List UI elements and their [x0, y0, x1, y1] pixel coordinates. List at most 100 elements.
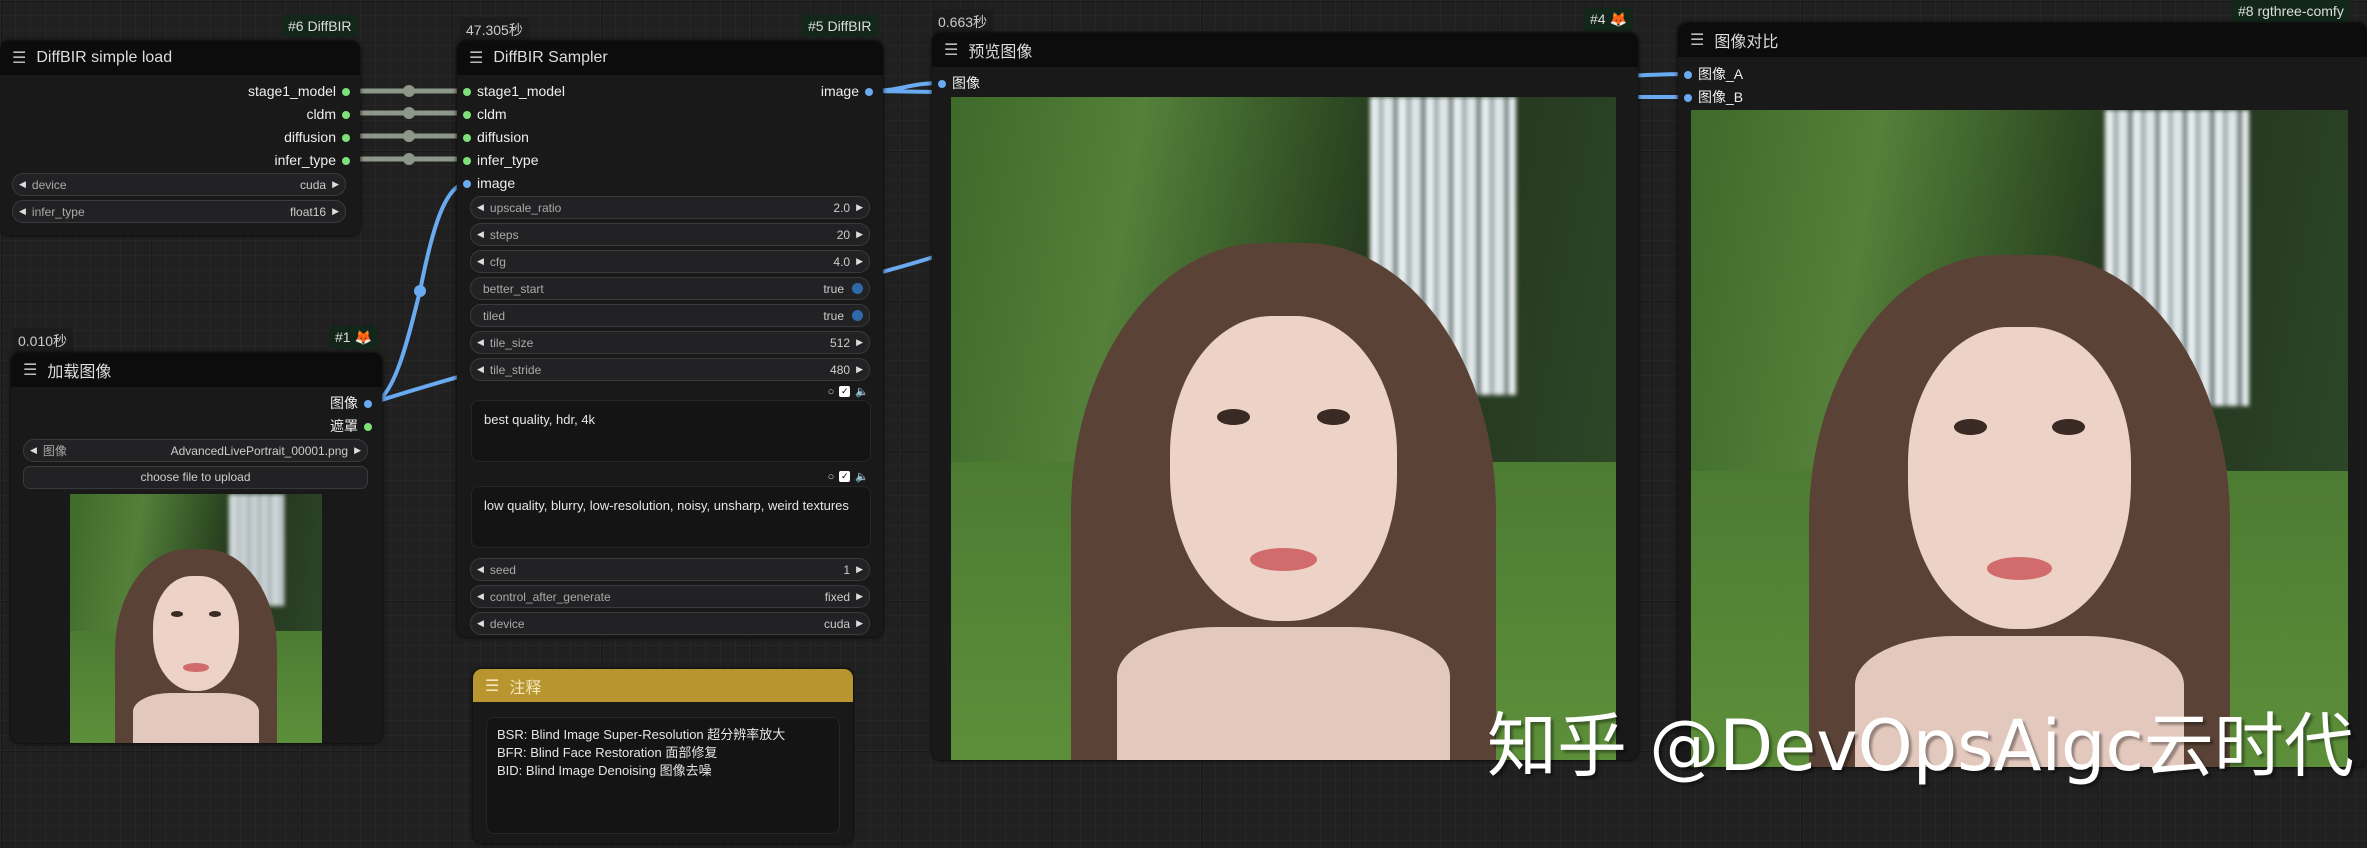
slot-dot[interactable]: [342, 111, 350, 120]
speaker-icon[interactable]: 🔈: [855, 470, 869, 483]
input-slot[interactable]: infer_type: [457, 150, 538, 170]
node-title-bar[interactable]: ☰ 预览图像: [932, 33, 1638, 67]
slot-dot[interactable]: [463, 88, 471, 97]
node-diffbir-simple-load[interactable]: ☰ DiffBIR simple load stage1_modelcldm dif…: [0, 41, 360, 235]
arrow-left-icon[interactable]: ◀: [477, 364, 484, 375]
output-slot-image[interactable]: 图像: [330, 393, 378, 413]
node-diffbir-sampler[interactable]: ☰ DiffBIR Sampler stage1_modelcldm diffusi…: [457, 41, 883, 637]
node-preview-image[interactable]: ☰ 预览图像 图像: [932, 33, 1638, 760]
node-title-bar[interactable]: ☰ 注释: [473, 669, 853, 702]
arrow-right-icon[interactable]: ▶: [856, 591, 863, 602]
arrow-right-icon[interactable]: ▶: [856, 202, 863, 213]
positive-prompt-textarea[interactable]: best quality, hdr, 4k: [471, 400, 871, 462]
slot-dot[interactable]: [342, 157, 350, 166]
widget-upscale-ratio[interactable]: ◀ upscale_ratio 2.0 ▶: [470, 196, 870, 219]
slot-dot[interactable]: [1684, 94, 1692, 103]
widget-tile-stride[interactable]: ◀ tile_stride 480 ▶: [470, 358, 870, 381]
arrow-right-icon[interactable]: ▶: [856, 564, 863, 575]
widget-device[interactable]: ◀ device cuda ▶: [12, 173, 346, 196]
circle-icon[interactable]: ○: [828, 471, 835, 483]
slot-dot[interactable]: [364, 400, 372, 409]
arrow-right-icon[interactable]: ▶: [856, 229, 863, 240]
widget-tiled[interactable]: tiled true: [470, 304, 870, 327]
arrow-left-icon[interactable]: ◀: [477, 337, 484, 348]
slot-dot[interactable]: [342, 134, 350, 143]
arrow-left-icon[interactable]: ◀: [477, 229, 484, 240]
arrow-right-icon[interactable]: ▶: [856, 337, 863, 348]
node-image-compare[interactable]: ☰ 图像对比 图像_A 图像_B: [1678, 23, 2367, 767]
output-slot[interactable]: cldm: [306, 104, 356, 124]
node-load-image[interactable]: ☰ 加载图像 图像 遮罩 ◀ 图像 AdvancedLivePortrait_0000…: [11, 353, 382, 743]
widget-tile-size[interactable]: ◀ tile_size 512 ▶: [470, 331, 870, 354]
input-slot-image-b[interactable]: 图像_B: [1678, 87, 1743, 107]
widget-cfg[interactable]: ◀ cfg 4.0 ▶: [470, 250, 870, 273]
slot-dot[interactable]: [1684, 71, 1692, 80]
link-midpoint[interactable]: [414, 285, 426, 297]
arrow-left-icon[interactable]: ◀: [19, 206, 26, 217]
link-midpoint[interactable]: [403, 130, 415, 142]
input-slot-image-a[interactable]: 图像_A: [1678, 64, 1743, 84]
link-midpoint[interactable]: [403, 107, 415, 119]
widget-steps[interactable]: ◀ steps 20 ▶: [470, 223, 870, 246]
menu-icon[interactable]: ☰: [23, 360, 37, 380]
link-midpoint[interactable]: [403, 85, 415, 97]
toggle-indicator[interactable]: [852, 283, 863, 294]
arrow-left-icon[interactable]: ◀: [477, 591, 484, 602]
menu-icon[interactable]: ☰: [944, 40, 958, 60]
menu-icon[interactable]: ☰: [1690, 30, 1704, 50]
node-note[interactable]: ☰ 注释 BSR: Blind Image Super-Resolution 超分…: [473, 669, 853, 843]
output-slot[interactable]: diffusion: [284, 127, 356, 147]
node-title-bar[interactable]: ☰ DiffBIR simple load: [0, 41, 360, 75]
toggle-indicator[interactable]: [852, 310, 863, 321]
input-slot[interactable]: diffusion: [457, 127, 529, 147]
slot-dot[interactable]: [938, 80, 946, 89]
input-slot[interactable]: cldm: [457, 104, 507, 124]
checkbox-icon[interactable]: ✓: [839, 386, 851, 397]
widget-seed[interactable]: ◀ seed 1 ▶: [470, 558, 870, 581]
arrow-left-icon[interactable]: ◀: [30, 445, 37, 456]
checkbox-icon[interactable]: ✓: [839, 471, 851, 482]
output-slot-image[interactable]: image: [821, 81, 879, 101]
widget-infer-type[interactable]: ◀ infer_type float16 ▶: [12, 200, 346, 223]
widget-control-after-generate[interactable]: ◀ control_after_generate fixed ▶: [470, 585, 870, 608]
arrow-left-icon[interactable]: ◀: [477, 564, 484, 575]
input-slot-image[interactable]: 图像: [932, 73, 980, 93]
menu-icon[interactable]: ☰: [485, 676, 499, 696]
link-midpoint[interactable]: [403, 153, 415, 165]
arrow-right-icon[interactable]: ▶: [332, 206, 339, 217]
slot-dot[interactable]: [342, 88, 350, 97]
slot-dot[interactable]: [463, 111, 471, 120]
arrow-left-icon[interactable]: ◀: [477, 202, 484, 213]
prompt-toggle-icons[interactable]: ○ ✓ 🔈: [828, 385, 869, 399]
output-slot[interactable]: infer_type: [275, 150, 356, 170]
speaker-icon[interactable]: 🔈: [855, 385, 869, 398]
node-title-bar[interactable]: ☰ 加载图像: [11, 353, 382, 387]
widget-better-start[interactable]: better_start true: [470, 277, 870, 300]
node-title-bar[interactable]: ☰ 图像对比: [1678, 23, 2367, 57]
arrow-right-icon[interactable]: ▶: [354, 445, 361, 456]
input-slot[interactable]: image: [457, 173, 515, 193]
arrow-left-icon[interactable]: ◀: [477, 618, 484, 629]
output-slot-mask[interactable]: 遮罩: [330, 416, 378, 436]
arrow-left-icon[interactable]: ◀: [19, 179, 26, 190]
negative-prompt-textarea[interactable]: low quality, blurry, low-resolution, noi…: [471, 486, 871, 548]
prompt-toggle-icons[interactable]: ○ ✓ 🔈: [828, 470, 869, 484]
input-slot[interactable]: stage1_model: [457, 81, 565, 101]
output-slot[interactable]: stage1_model: [248, 81, 356, 101]
comparison-image[interactable]: [1691, 110, 2348, 767]
slot-dot[interactable]: [865, 88, 873, 97]
slot-dot[interactable]: [463, 134, 471, 143]
arrow-right-icon[interactable]: ▶: [856, 364, 863, 375]
menu-icon[interactable]: ☰: [12, 48, 26, 68]
slot-dot[interactable]: [463, 157, 471, 166]
node-title-bar[interactable]: ☰ DiffBIR Sampler: [457, 41, 883, 75]
slot-dot[interactable]: [364, 423, 372, 432]
slot-dot[interactable]: [463, 180, 471, 189]
arrow-right-icon[interactable]: ▶: [856, 256, 863, 267]
arrow-left-icon[interactable]: ◀: [477, 256, 484, 267]
choose-file-button[interactable]: choose file to upload: [23, 466, 368, 489]
image-file-select[interactable]: ◀ 图像 AdvancedLivePortrait_00001.png ▶: [23, 439, 368, 462]
note-textarea[interactable]: BSR: Blind Image Super-Resolution 超分辨率放大…: [486, 717, 840, 834]
arrow-right-icon[interactable]: ▶: [332, 179, 339, 190]
menu-icon[interactable]: ☰: [469, 48, 483, 68]
